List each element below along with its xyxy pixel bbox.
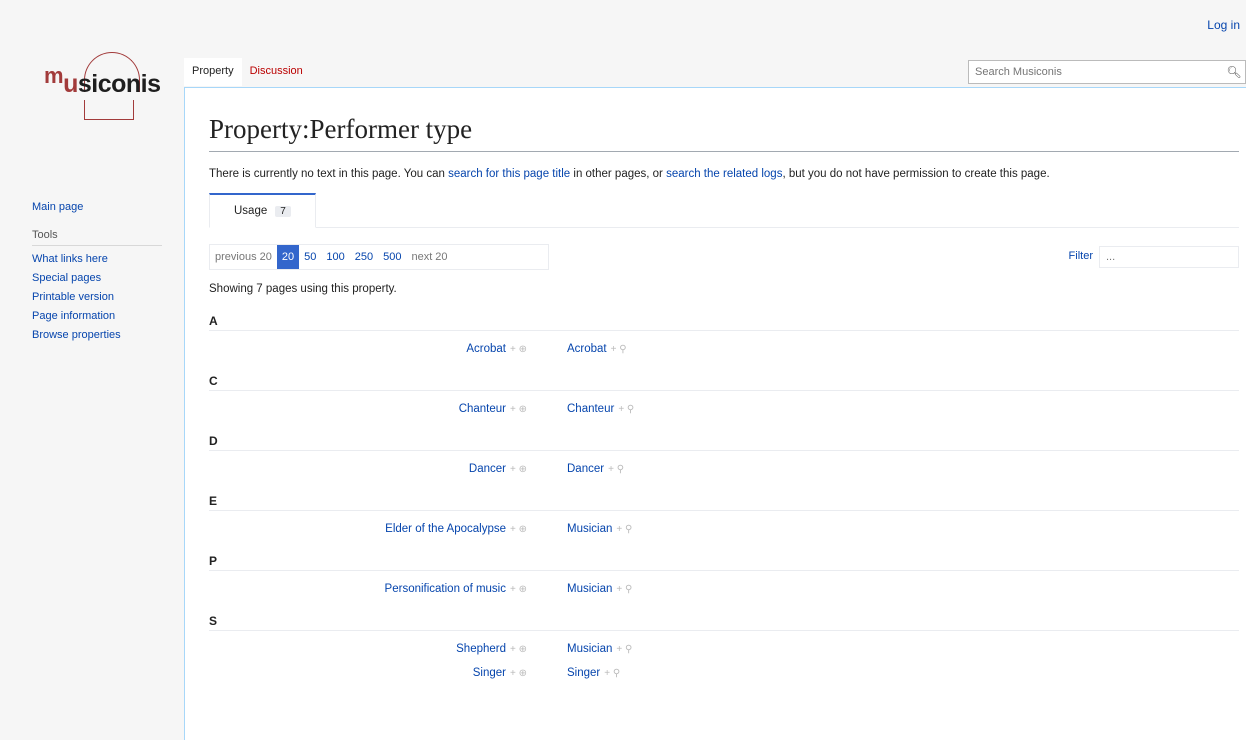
pager-size-20[interactable]: 20: [276, 245, 300, 269]
pager-next: next 20: [411, 251, 448, 263]
page-title: Property:Performer type: [209, 114, 1239, 152]
subject-link[interactable]: Shepherd: [456, 643, 506, 655]
pager: previous 20 20 50 100 250 500 next 20: [209, 244, 549, 270]
browse-icon[interactable]: + ⊕: [510, 584, 527, 595]
row-value: Musician + ⚲: [567, 643, 632, 655]
sidebar-item-what-links-here[interactable]: What links here: [32, 250, 172, 269]
row-value: Dancer + ⚲: [567, 463, 624, 475]
intro-text: There is currently no text in this page.…: [209, 168, 1050, 180]
subject-link[interactable]: Dancer: [469, 463, 506, 475]
group-letter-s: S: [209, 607, 1239, 631]
subject-link[interactable]: Acrobat: [466, 343, 506, 355]
subject-link[interactable]: Chanteur: [459, 403, 506, 415]
browse-icon[interactable]: + ⊕: [510, 464, 527, 475]
value-link[interactable]: Singer: [567, 667, 600, 679]
filter-label: Filter: [1068, 250, 1093, 262]
value-link[interactable]: Chanteur: [567, 403, 614, 415]
search-title-link[interactable]: search for this page title: [448, 168, 570, 180]
table-row: Acrobat + ⊕ Acrobat + ⚲: [209, 331, 1239, 367]
group-letter-e: E: [209, 487, 1239, 511]
pager-size-100[interactable]: 100: [321, 245, 349, 269]
group-letter-p: P: [209, 547, 1239, 571]
content-area: Property:Performer type There is current…: [184, 87, 1246, 740]
row-subject: Personification of music + ⊕: [209, 583, 527, 595]
table-row: Shepherd + ⊕ Musician + ⚲: [209, 637, 1239, 661]
pager-size-250[interactable]: 250: [350, 245, 378, 269]
namespace-tabs: Property Discussion: [184, 58, 311, 86]
value-link[interactable]: Musician: [567, 643, 612, 655]
results-summary: Showing 7 pages using this property.: [209, 283, 397, 295]
sidebar-item-printable-version[interactable]: Printable version: [32, 288, 172, 307]
subject-link[interactable]: Singer: [473, 667, 506, 679]
browse-icon[interactable]: + ⊕: [510, 524, 527, 535]
group-letter-c: C: [209, 367, 1239, 391]
logo-bracket: [84, 100, 134, 120]
table-row: Singer + ⊕ Singer + ⚲: [209, 661, 1239, 685]
row-subject: Singer + ⊕: [209, 667, 527, 679]
search-value-icon[interactable]: + ⚲: [616, 644, 632, 655]
subject-link[interactable]: Personification of music: [385, 583, 506, 595]
sidebar-tools-heading: Tools: [32, 229, 162, 246]
row-subject: Shepherd + ⊕: [209, 643, 527, 655]
value-link[interactable]: Acrobat: [567, 343, 607, 355]
tab-discussion[interactable]: Discussion: [242, 58, 311, 86]
tab-usage[interactable]: Usage 7: [209, 193, 316, 228]
value-link[interactable]: Dancer: [567, 463, 604, 475]
value-link[interactable]: Musician: [567, 583, 612, 595]
sidebar-item-page-information[interactable]: Page information: [32, 307, 172, 326]
value-link[interactable]: Musician: [567, 523, 612, 535]
row-value: Musician + ⚲: [567, 523, 632, 535]
row-subject: Acrobat + ⊕: [209, 343, 527, 355]
sidebar-item-main-page[interactable]: Main page: [32, 198, 172, 217]
tab-property[interactable]: Property: [184, 58, 242, 86]
search-value-icon[interactable]: + ⚲: [618, 404, 634, 415]
sidebar: Main page Tools What links here Special …: [32, 198, 172, 345]
pager-previous: previous 20: [215, 251, 272, 263]
table-row: Chanteur + ⊕ Chanteur + ⚲: [209, 391, 1239, 427]
usage-tab-bar: Usage 7: [209, 193, 1239, 228]
table-row: Dancer + ⊕ Dancer + ⚲: [209, 451, 1239, 487]
search-logs-link[interactable]: search the related logs: [666, 168, 782, 180]
table-row: Personification of music + ⊕ Musician + ⚲: [209, 571, 1239, 607]
browse-icon[interactable]: + ⊕: [510, 344, 527, 355]
row-subject: Elder of the Apocalypse + ⊕: [209, 523, 527, 535]
usage-list: A Acrobat + ⊕ Acrobat + ⚲ C Chanteur + ⊕ Chanteu…: [209, 307, 1239, 685]
search-box: 🔍︎: [968, 60, 1246, 84]
browse-icon[interactable]: + ⊕: [510, 404, 527, 415]
pager-row: previous 20 20 50 100 250 500 next 20 Fi…: [209, 244, 1239, 270]
pager-size-50[interactable]: 50: [299, 245, 321, 269]
usage-count-badge: 7: [275, 206, 291, 217]
subject-link[interactable]: Elder of the Apocalypse: [385, 523, 506, 535]
row-value: Acrobat + ⚲: [567, 343, 627, 355]
filter: Filter: [1069, 244, 1239, 270]
row-subject: Dancer + ⊕: [209, 463, 527, 475]
group-letter-a: A: [209, 307, 1239, 331]
table-row: Elder of the Apocalypse + ⊕ Musician + ⚲: [209, 511, 1239, 547]
search-value-icon[interactable]: + ⚲: [616, 584, 632, 595]
site-logo[interactable]: musiconis: [40, 52, 161, 132]
search-value-icon[interactable]: + ⚲: [616, 524, 632, 535]
group-letter-d: D: [209, 427, 1239, 451]
browse-icon[interactable]: + ⊕: [510, 644, 527, 655]
row-value: Musician + ⚲: [567, 583, 632, 595]
row-subject: Chanteur + ⊕: [209, 403, 527, 415]
filter-input[interactable]: [1099, 246, 1239, 268]
sidebar-item-special-pages[interactable]: Special pages: [32, 269, 172, 288]
login-link[interactable]: Log in: [1207, 18, 1240, 32]
search-icon[interactable]: 🔍︎: [1223, 65, 1245, 79]
browse-icon[interactable]: + ⊕: [510, 668, 527, 679]
row-value: Singer + ⚲: [567, 667, 620, 679]
search-value-icon[interactable]: + ⚲: [611, 344, 627, 355]
personal-tools: Log in: [1207, 18, 1240, 32]
search-value-icon[interactable]: + ⚲: [604, 668, 620, 679]
search-value-icon[interactable]: + ⚲: [608, 464, 624, 475]
logo-wordmark: musiconis: [44, 63, 161, 98]
search-input[interactable]: [969, 66, 1223, 78]
pager-size-500[interactable]: 500: [378, 245, 406, 269]
row-value: Chanteur + ⚲: [567, 403, 634, 415]
sidebar-item-browse-properties[interactable]: Browse properties: [32, 326, 172, 345]
